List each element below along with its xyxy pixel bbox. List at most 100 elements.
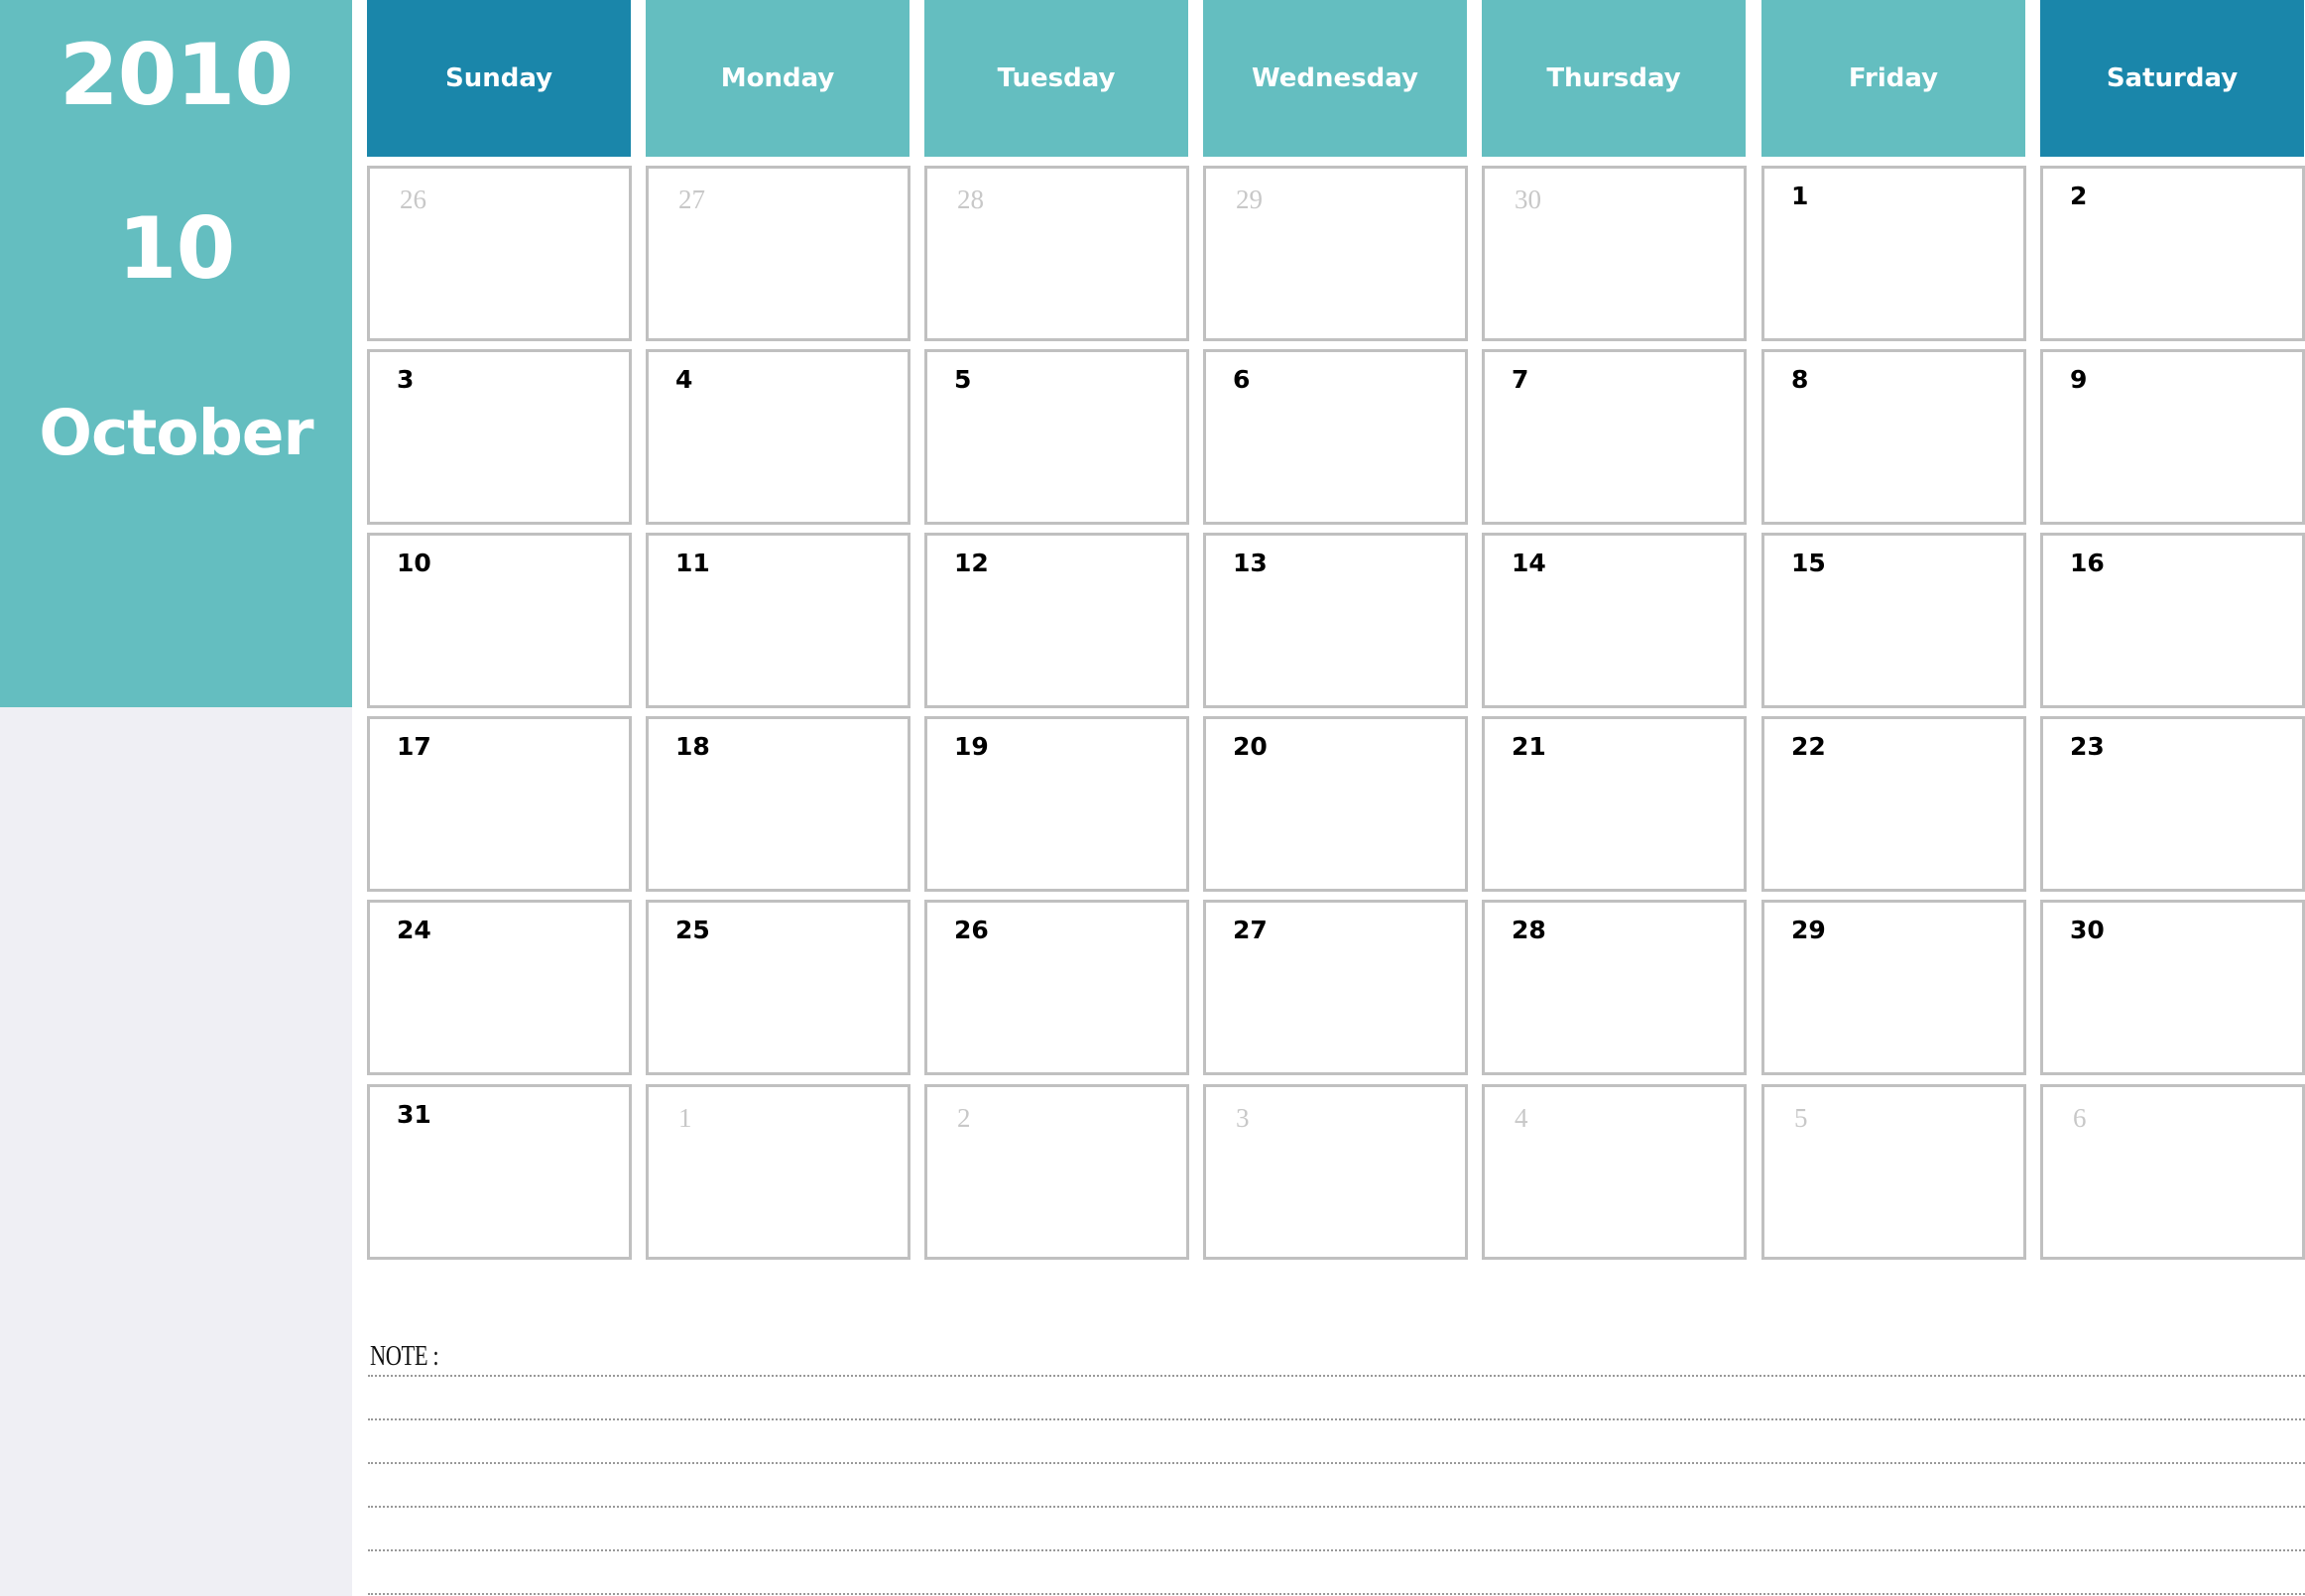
month-number-label: 10 xyxy=(117,199,236,299)
day-cell[interactable]: 10 xyxy=(367,533,632,708)
day-number: 21 xyxy=(1512,732,1546,761)
day-number: 10 xyxy=(397,549,431,577)
day-number: 23 xyxy=(2070,732,2105,761)
day-number: 6 xyxy=(1233,365,1251,394)
day-number: 15 xyxy=(1791,549,1826,577)
day-number: 3 xyxy=(397,365,415,394)
day-number: 31 xyxy=(397,1100,431,1129)
day-number: 29 xyxy=(1791,916,1826,944)
day-cell[interactable]: 9 xyxy=(2040,349,2305,525)
day-number: 22 xyxy=(1791,732,1826,761)
month-name-label: October xyxy=(39,397,313,469)
day-cell[interactable]: 24 xyxy=(367,900,632,1075)
day-number: 5 xyxy=(1794,1103,1808,1133)
day-cell[interactable]: 29 xyxy=(1761,900,2026,1075)
day-number: 8 xyxy=(1791,365,1809,394)
day-number: 29 xyxy=(1236,184,1263,214)
day-number: 4 xyxy=(1515,1103,1528,1133)
day-cell[interactable]: 6 xyxy=(1203,349,1468,525)
day-number: 17 xyxy=(397,732,431,761)
day-cell[interactable]: 2 xyxy=(2040,166,2305,341)
day-cell[interactable]: 13 xyxy=(1203,533,1468,708)
day-number: 5 xyxy=(954,365,972,394)
day-number: 13 xyxy=(1233,549,1268,577)
note-line[interactable] xyxy=(368,1593,2305,1595)
day-cell[interactable]: 16 xyxy=(2040,533,2305,708)
day-number: 27 xyxy=(1233,916,1268,944)
other-month-day-cell[interactable]: 6 xyxy=(2040,1084,2305,1260)
day-number: 25 xyxy=(675,916,710,944)
other-month-day-cell[interactable]: 4 xyxy=(1482,1084,1747,1260)
day-cell[interactable]: 26 xyxy=(924,900,1189,1075)
other-month-day-cell[interactable]: 28 xyxy=(924,166,1189,341)
sidebar: 2010 10 October xyxy=(0,0,352,1596)
day-number: 6 xyxy=(2073,1103,2087,1133)
day-number: 11 xyxy=(675,549,710,577)
day-cell[interactable]: 4 xyxy=(646,349,910,525)
day-number: 18 xyxy=(675,732,710,761)
day-number: 12 xyxy=(954,549,989,577)
note-line[interactable] xyxy=(368,1506,2305,1508)
other-month-day-cell[interactable]: 5 xyxy=(1761,1084,2026,1260)
day-cell[interactable]: 3 xyxy=(367,349,632,525)
note-line[interactable] xyxy=(368,1375,2305,1377)
day-number: 2 xyxy=(2070,182,2088,210)
day-number: 26 xyxy=(400,184,426,214)
other-month-day-cell[interactable]: 30 xyxy=(1482,166,1747,341)
day-number: 28 xyxy=(957,184,984,214)
day-number: 1 xyxy=(678,1103,692,1133)
weekday-header-sunday: Sunday xyxy=(367,0,631,157)
weekday-header-saturday: Saturday xyxy=(2040,0,2304,157)
day-cell[interactable]: 23 xyxy=(2040,716,2305,892)
weekday-header-thursday: Thursday xyxy=(1482,0,1746,157)
day-cell[interactable]: 19 xyxy=(924,716,1189,892)
day-number: 16 xyxy=(2070,549,2105,577)
day-number: 1 xyxy=(1791,182,1809,210)
weekday-header-monday: Monday xyxy=(646,0,910,157)
day-cell[interactable]: 25 xyxy=(646,900,910,1075)
day-cell[interactable]: 31 xyxy=(367,1084,632,1260)
other-month-day-cell[interactable]: 2 xyxy=(924,1084,1189,1260)
weekday-header-wednesday: Wednesday xyxy=(1203,0,1467,157)
day-cell[interactable]: 20 xyxy=(1203,716,1468,892)
day-cell[interactable]: 1 xyxy=(1761,166,2026,341)
weekday-header-tuesday: Tuesday xyxy=(924,0,1188,157)
day-number: 19 xyxy=(954,732,989,761)
note-line[interactable] xyxy=(368,1549,2305,1551)
note-line[interactable] xyxy=(368,1462,2305,1464)
day-number: 20 xyxy=(1233,732,1268,761)
day-cell[interactable]: 17 xyxy=(367,716,632,892)
day-number: 14 xyxy=(1512,549,1546,577)
day-cell[interactable]: 18 xyxy=(646,716,910,892)
day-cell[interactable]: 15 xyxy=(1761,533,2026,708)
day-cell[interactable]: 14 xyxy=(1482,533,1747,708)
note-line[interactable] xyxy=(368,1418,2305,1420)
other-month-day-cell[interactable]: 3 xyxy=(1203,1084,1468,1260)
day-number: 24 xyxy=(397,916,431,944)
day-number: 30 xyxy=(1515,184,1541,214)
year-label: 2010 xyxy=(59,26,294,125)
day-cell[interactable]: 12 xyxy=(924,533,1189,708)
day-number: 28 xyxy=(1512,916,1546,944)
day-number: 3 xyxy=(1236,1103,1250,1133)
day-cell[interactable]: 21 xyxy=(1482,716,1747,892)
other-month-day-cell[interactable]: 26 xyxy=(367,166,632,341)
day-cell[interactable]: 11 xyxy=(646,533,910,708)
day-number: 30 xyxy=(2070,916,2105,944)
day-cell[interactable]: 28 xyxy=(1482,900,1747,1075)
day-cell[interactable]: 5 xyxy=(924,349,1189,525)
day-number: 9 xyxy=(2070,365,2088,394)
sidebar-date-panel: 2010 10 October xyxy=(0,0,352,707)
day-cell[interactable]: 27 xyxy=(1203,900,1468,1075)
other-month-day-cell[interactable]: 29 xyxy=(1203,166,1468,341)
other-month-day-cell[interactable]: 27 xyxy=(646,166,910,341)
day-number: 2 xyxy=(957,1103,971,1133)
day-cell[interactable]: 22 xyxy=(1761,716,2026,892)
day-cell[interactable]: 7 xyxy=(1482,349,1747,525)
weekday-header-friday: Friday xyxy=(1761,0,2025,157)
day-number: 4 xyxy=(675,365,693,394)
day-cell[interactable]: 30 xyxy=(2040,900,2305,1075)
other-month-day-cell[interactable]: 1 xyxy=(646,1084,910,1260)
day-number: 26 xyxy=(954,916,989,944)
day-cell[interactable]: 8 xyxy=(1761,349,2026,525)
